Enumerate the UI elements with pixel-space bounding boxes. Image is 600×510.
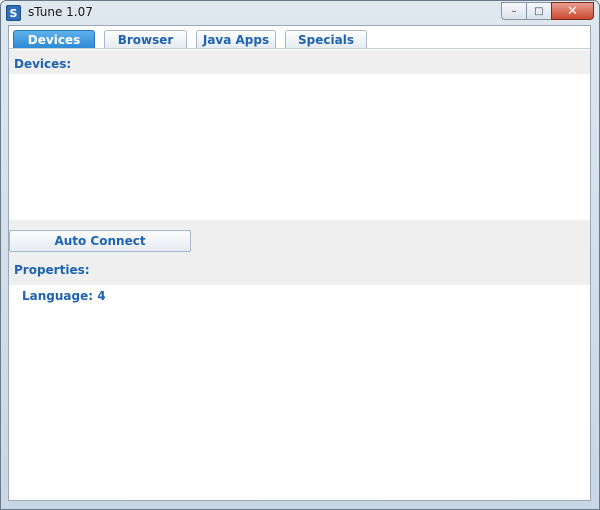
window-controls: – □ ✕ xyxy=(501,2,594,20)
window-title: sTune 1.07 xyxy=(28,5,93,19)
close-button[interactable]: ✕ xyxy=(551,2,594,20)
property-row-language: Language: 4 xyxy=(22,289,106,303)
tab-strip: Devices Browser Java Apps Specials xyxy=(13,30,376,48)
properties-list[interactable]: Language: 4 xyxy=(9,285,590,500)
devices-list[interactable] xyxy=(9,74,590,220)
tab-divider xyxy=(9,48,590,49)
devices-header: Devices: xyxy=(9,50,590,74)
properties-header: Properties: xyxy=(14,263,90,277)
tab-devices[interactable]: Devices xyxy=(13,30,95,48)
title-bar[interactable]: S sTune 1.07 – □ ✕ xyxy=(1,1,599,25)
button-bar: Auto Connect Properties: xyxy=(9,220,590,285)
tab-java-apps[interactable]: Java Apps xyxy=(196,30,276,48)
tab-specials[interactable]: Specials xyxy=(285,30,367,48)
minimize-button[interactable]: – xyxy=(501,2,527,20)
app-icon[interactable]: S xyxy=(6,5,21,21)
main-panel: Devices Browser Java Apps Specials Devic… xyxy=(8,25,591,501)
tab-browser[interactable]: Browser xyxy=(104,30,187,48)
auto-connect-button[interactable]: Auto Connect xyxy=(9,230,191,252)
maximize-button[interactable]: □ xyxy=(526,2,552,20)
app-window: S sTune 1.07 – □ ✕ Devices Browser Java … xyxy=(0,0,600,510)
